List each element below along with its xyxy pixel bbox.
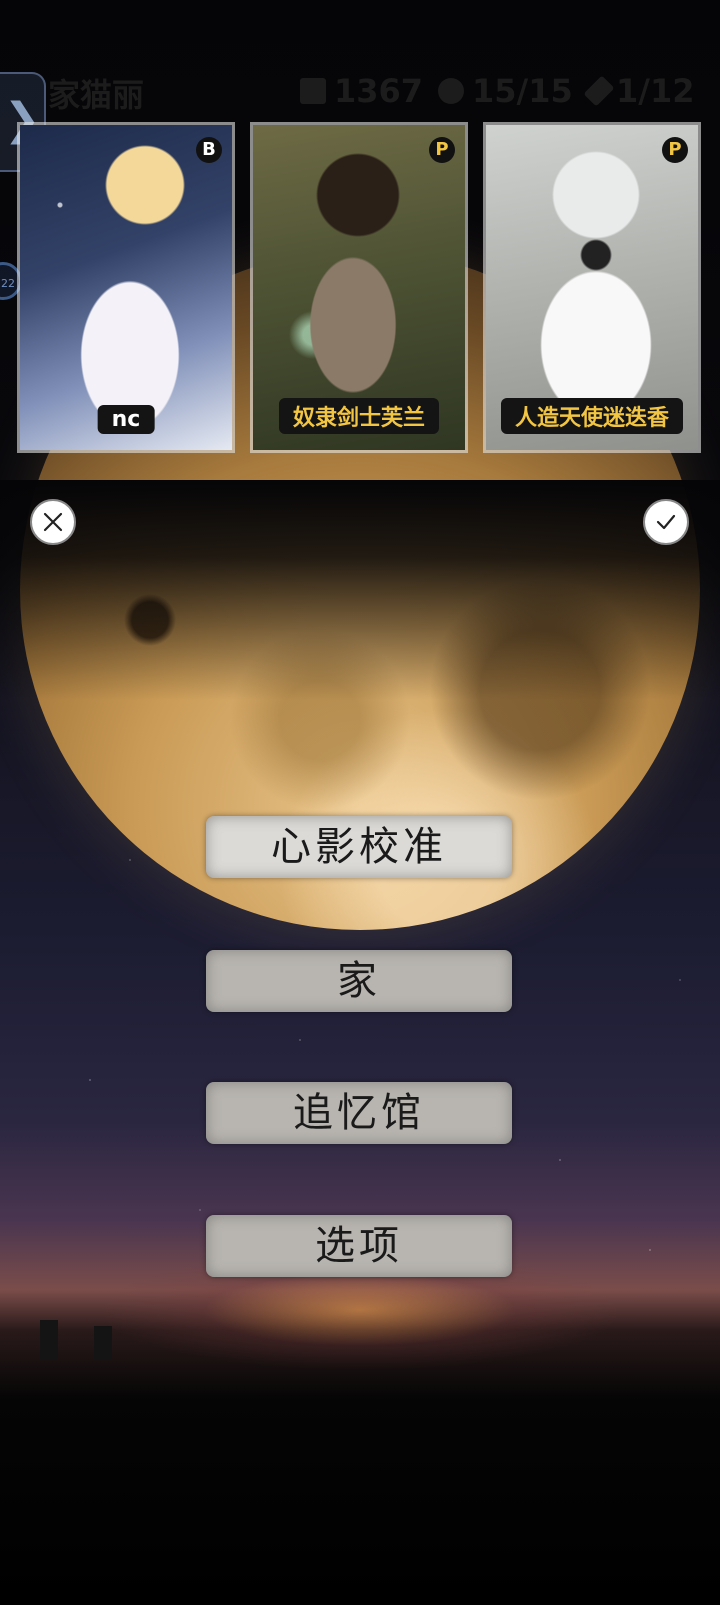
close-icon [43,512,63,532]
memory-hall-button[interactable]: 追忆馆 [206,1082,512,1144]
character-card-fran[interactable]: P 奴隶剑士芙兰 [253,125,465,450]
character-name: 奴隶剑士芙兰 [278,398,440,434]
moon-shade [0,480,720,700]
confirm-button[interactable] [643,499,689,545]
currency-stat: 1367 [300,72,423,110]
rank-badge: P [662,137,688,163]
progress-stat: 1/12 [583,72,695,110]
bag-icon [438,78,464,104]
rank-badge: P [429,137,455,163]
key-icon [583,75,615,107]
top-status-bar: 家猫丽 1367 15/15 1/12 [0,60,720,120]
game-screen: 家猫丽 1367 15/15 1/12 ❯ 22 B nc P 奴隶剑士芙兰 P… [0,0,720,1605]
options-button[interactable]: 选项 [206,1215,512,1277]
currency-value: 1367 [334,72,424,110]
coin-icon [300,78,326,104]
progress-value: 1/12 [616,72,695,110]
player-name: 家猫丽 [48,76,145,114]
capacity-value: 15/15 [472,72,573,110]
character-name: nc [97,405,155,434]
capacity-stat: 15/15 [438,72,573,110]
check-icon [656,514,676,530]
cancel-button[interactable] [30,499,76,545]
home-button[interactable]: 家 [206,950,512,1012]
character-portrait [20,125,232,450]
character-name: 人造天使迷迭香 [500,398,684,434]
character-card-row: B nc P 奴隶剑士芙兰 P 人造天使迷迭香 [0,125,720,455]
ruins-silhouette [30,1300,130,1360]
character-card-rosemary[interactable]: P 人造天使迷迭香 [486,125,698,450]
rank-badge: B [196,137,222,163]
calibrate-button[interactable]: 心影校准 [206,816,512,878]
character-card-nc[interactable]: B nc [20,125,232,450]
